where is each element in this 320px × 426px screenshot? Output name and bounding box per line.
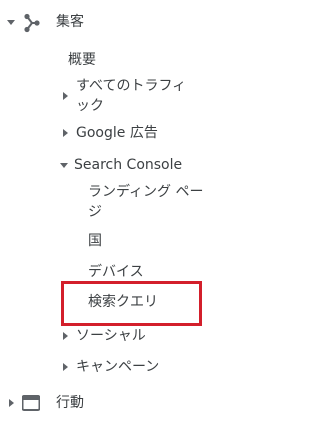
chevron-right-icon [63, 332, 68, 340]
behavior-section[interactable]: 行動 [0, 390, 288, 418]
acquisition-icon [24, 13, 40, 33]
chevron-right-icon [9, 399, 14, 407]
behavior-label: 行動 [56, 395, 84, 411]
nav-item-label: 国 [88, 233, 102, 249]
chevron-down-icon [7, 20, 15, 25]
nav-item-all-traffic[interactable]: すべてのトラフィ ック [56, 74, 256, 118]
nav-item-label: デバイス [88, 264, 144, 280]
nav-item-label-line1: ランディング ペー [88, 184, 204, 200]
acquisition-label: 集客 [56, 14, 84, 30]
nav-item-label-line2: ック [76, 98, 104, 114]
nav-item-label: Google 広告 [76, 125, 158, 141]
nav-item-label-line1: すべてのトラフィ [76, 78, 187, 94]
nav-item-label: キャンペーン [76, 359, 160, 375]
behavior-icon [22, 395, 40, 411]
nav-item-label-line2: ジ [88, 204, 102, 220]
nav-item-campaigns[interactable]: キャンペーン [56, 356, 256, 380]
nav-item-overview[interactable]: 概要 [60, 48, 260, 72]
chevron-down-icon [60, 163, 68, 168]
nav-item-social[interactable]: ソーシャル [56, 324, 256, 348]
nav-item-label: 概要 [68, 52, 96, 68]
chevron-right-icon [63, 129, 68, 137]
nav-item-label: Search Console [74, 157, 183, 173]
nav-item-label: ソーシャル [76, 328, 146, 344]
acquisition-section[interactable]: 集客 [0, 8, 288, 36]
nav-item-queries[interactable]: 検索クエリ [84, 291, 194, 315]
nav-item-landing-pages[interactable]: ランディング ペー ジ [84, 180, 264, 224]
nav-item-country[interactable]: 国 [84, 229, 244, 253]
nav-item-search-console[interactable]: Search Console [56, 154, 256, 178]
nav-item-google-ads[interactable]: Google 広告 [56, 122, 256, 146]
nav-item-label: 検索クエリ [88, 294, 158, 310]
chevron-right-icon [63, 92, 68, 100]
chevron-right-icon [63, 363, 68, 371]
